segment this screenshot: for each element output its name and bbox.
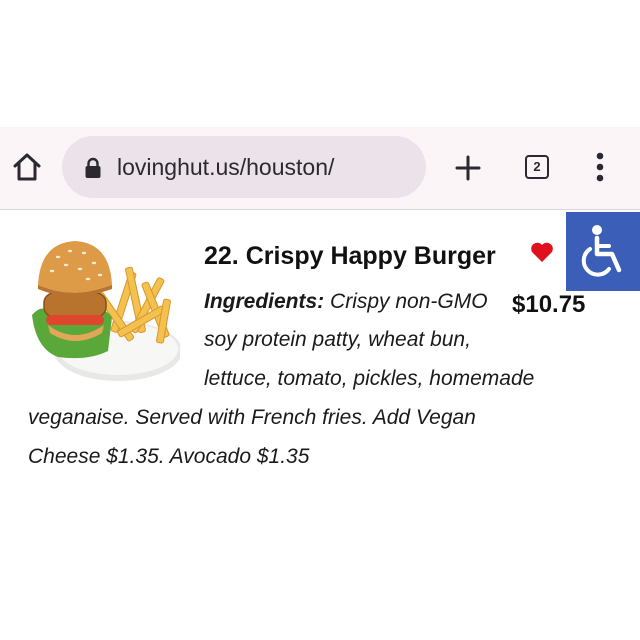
menu-item-title: 22. Crispy Happy Burger [204,242,496,270]
burger-image [32,241,180,381]
description-text: Crispy non-GMO [330,290,488,313]
browser-menu-button[interactable] [588,149,612,185]
address-bar[interactable]: lovinghut.us/houston/ [62,136,426,198]
description-line-2: soy protein patty, wheat bun, [204,328,471,351]
description-line-3: lettuce, tomato, pickles, homemade [204,367,535,390]
new-tab-button[interactable] [450,150,486,186]
lock-icon [85,157,101,178]
home-button[interactable] [10,150,44,184]
more-vertical-icon [596,152,604,182]
description-line-5: Cheese $1.35. Avocado $1.35 [28,445,310,468]
description-line-1: Ingredients: Crispy non-GMO [204,289,488,315]
plus-icon [455,155,481,181]
accessibility-button[interactable] [566,212,640,291]
page: lovinghut.us/houston/ 2 22. Crispy Happy… [0,0,640,640]
url-text: lovinghut.us/houston/ [117,154,335,180]
wheelchair-icon [581,224,622,277]
menu-item-price: $10.75 [512,291,586,318]
ingredients-label: Ingredients: [204,290,325,313]
burger-photo [28,233,180,383]
description-line-4: veganaise. Served with French fries. Add… [28,406,476,429]
heart-icon[interactable] [530,241,554,263]
tab-switcher-button[interactable]: 2 [525,155,549,179]
home-icon [13,153,41,181]
browser-toolbar: lovinghut.us/houston/ 2 [0,127,640,210]
